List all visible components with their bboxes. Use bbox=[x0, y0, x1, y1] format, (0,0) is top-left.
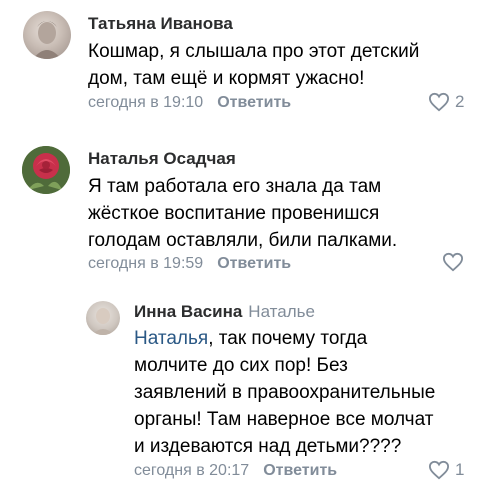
like-count: 1 bbox=[455, 460, 465, 479]
comment-time[interactable]: сегодня в 20:17 bbox=[134, 462, 249, 479]
author-name[interactable]: Инна Васина bbox=[134, 302, 242, 321]
comment-meta: сегодня в 20:17 Ответить bbox=[134, 462, 337, 480]
comment-meta: сегодня в 19:10 Ответить bbox=[88, 94, 291, 112]
like-button[interactable]: 1 bbox=[428, 460, 464, 480]
comment-text-line: Я там работала его знала да там bbox=[88, 176, 382, 197]
comment-author[interactable]: Наталья Осадчая bbox=[88, 149, 236, 169]
comment-text-line: и издеваются над детьми???? bbox=[134, 436, 402, 457]
comment-text-line: голодам оставляли, били палками. bbox=[88, 230, 398, 251]
rose-avatar-icon bbox=[22, 146, 70, 194]
comment-text: Наталья, так почему тогда молчите до сих… bbox=[134, 325, 479, 460]
reply-to-label[interactable]: Наталье bbox=[248, 302, 315, 321]
heart-icon bbox=[428, 92, 450, 112]
mention-link[interactable]: Наталья bbox=[134, 328, 208, 349]
comment-text-line: молчите до сих пор! Без bbox=[134, 355, 348, 376]
avatar-image-icon bbox=[33, 21, 61, 59]
comment-text: Кошмар, я слышала про этот детский дом, … bbox=[88, 38, 468, 92]
like-count: 2 bbox=[455, 92, 465, 111]
reply-button[interactable]: Ответить bbox=[217, 94, 291, 111]
comment-text-line: жёсткое воспитание провенишся bbox=[88, 203, 380, 224]
comment-time[interactable]: сегодня в 19:10 bbox=[88, 94, 203, 111]
reply-button[interactable]: Ответить bbox=[263, 462, 337, 479]
comment-time[interactable]: сегодня в 19:59 bbox=[88, 255, 203, 272]
reply-comment: Инна Васина Наталье Наталья, так почему т… bbox=[0, 290, 486, 490]
comment-meta: сегодня в 19:59 Ответить bbox=[88, 255, 291, 273]
avatar[interactable] bbox=[22, 146, 70, 194]
comment-text-line: Наталья, так почему тогда bbox=[134, 325, 479, 352]
comment-text-line: заявлений в правоохранительные bbox=[134, 382, 436, 403]
comment: Наталья Осадчая Я там работала его знала… bbox=[0, 140, 486, 280]
comment-author: Инна Васина Наталье bbox=[134, 302, 315, 322]
avatar-image-icon bbox=[92, 308, 114, 335]
comment-text-fragment: , так почему тогда bbox=[208, 328, 368, 349]
comment-text: Я там работала его знала да там жёсткое … bbox=[88, 173, 468, 254]
reply-button[interactable]: Ответить bbox=[217, 255, 291, 272]
like-button[interactable] bbox=[442, 252, 469, 272]
comment-text-line: Кошмар, я слышала про этот детский bbox=[88, 41, 420, 62]
comment-text-line: дом, там ещё и кормят ужасно! bbox=[88, 68, 365, 89]
like-button[interactable]: 2 bbox=[428, 92, 464, 112]
avatar[interactable] bbox=[86, 301, 120, 335]
heart-icon bbox=[442, 252, 464, 272]
avatar[interactable] bbox=[23, 11, 71, 59]
comment: Татьяна Иванова Кошмар, я слышала про эт… bbox=[0, 0, 486, 120]
heart-icon bbox=[428, 460, 450, 480]
comment-author[interactable]: Татьяна Иванова bbox=[88, 14, 233, 34]
comment-text-line: органы! Там наверное все молчат bbox=[134, 409, 434, 430]
